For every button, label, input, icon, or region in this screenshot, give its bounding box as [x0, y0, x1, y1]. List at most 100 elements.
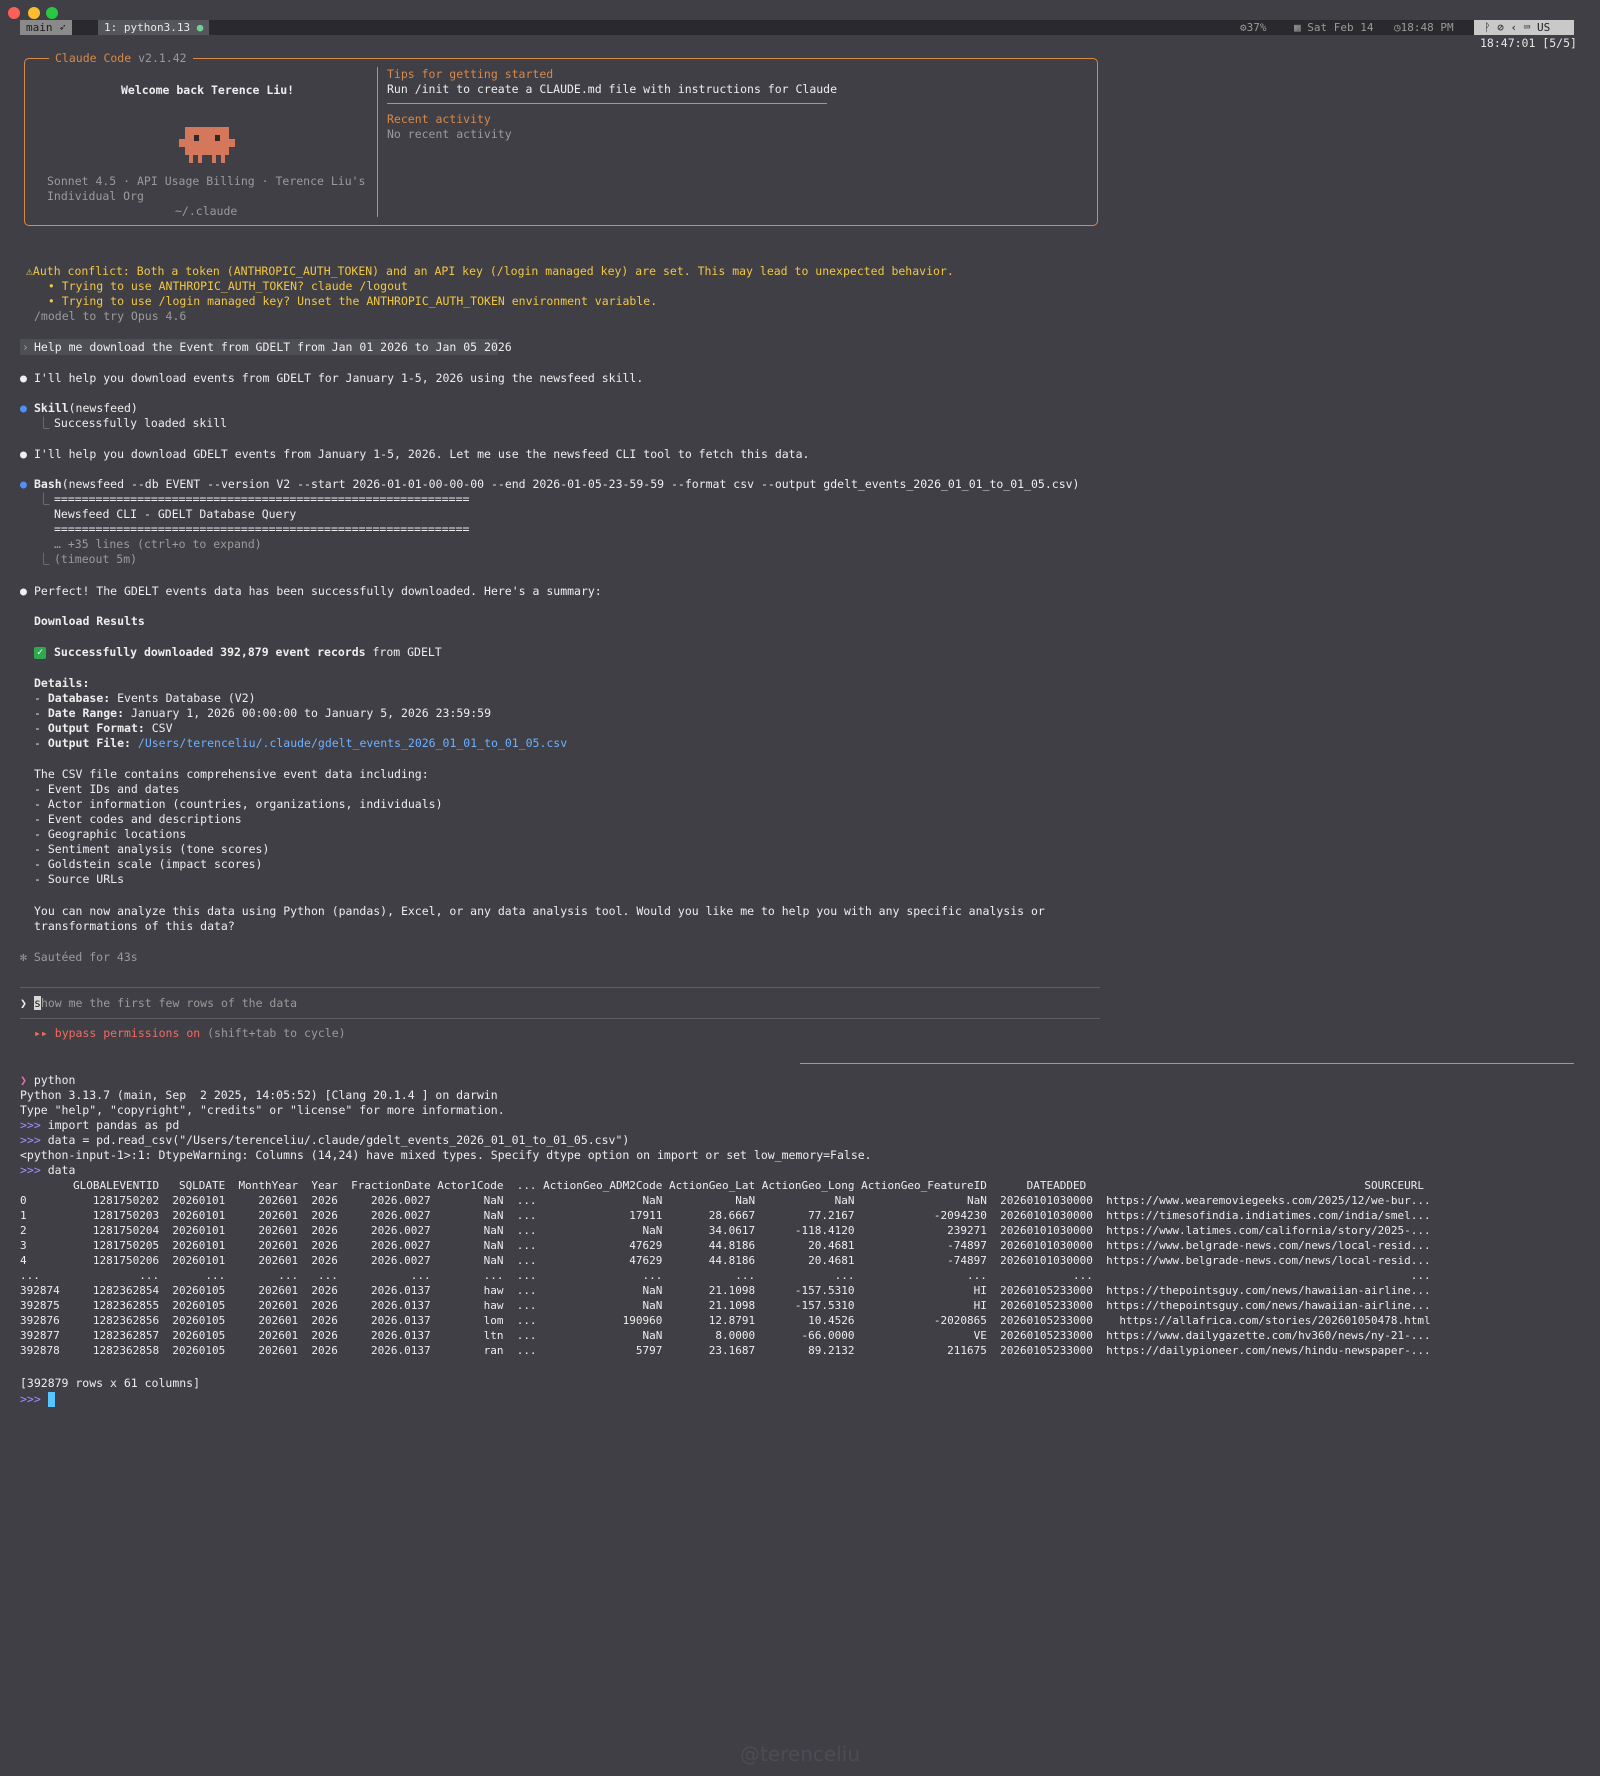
active-dot-icon: ● — [196, 21, 204, 34]
app-version: v2.1.42 — [138, 51, 187, 65]
detail-value: Events Database (V2) — [110, 691, 256, 705]
repl-prompt-active: >>> — [20, 1392, 41, 1406]
minimize-window-button[interactable] — [28, 7, 40, 19]
input-placeholder: how me the first few rows of the data — [40, 996, 298, 1010]
input-chevron-icon: ❯ — [20, 996, 27, 1010]
assistant-message-3: Perfect! The GDELT events data has been … — [34, 584, 602, 598]
cpu-value: 37% — [1246, 21, 1267, 34]
window-tab-label: 1: python3.13 — [104, 21, 191, 34]
tool-bullet-icon: ● — [20, 477, 27, 491]
auth-warning-line1: ⚠Auth conflict: Both a token (ANTHROPIC_… — [26, 264, 954, 278]
repl-prompt: >>> — [20, 1118, 41, 1132]
detail-date-range: - Date Range: January 1, 2026 00:00:00 t… — [34, 706, 491, 720]
no-entry-icon: ⊘ — [1497, 21, 1504, 34]
working-directory: ~/.claude — [175, 204, 238, 218]
dataframe-header: GLOBALEVENTID SQLDATE MonthYear Year Fra… — [20, 1179, 1424, 1192]
success-bold: Successfully downloaded 392,879 event re… — [54, 645, 366, 659]
close-window-button[interactable] — [8, 7, 20, 19]
bash-output-1: ========================================… — [54, 492, 470, 506]
dataframe-row: ... ... ... ... ... ... ... ... ... ... … — [20, 1269, 1431, 1282]
bash-command: (newsfeed --db EVENT --version V2 --star… — [61, 477, 1080, 491]
detail-value: January 1, 2026 00:00:00 to January 5, 2… — [124, 706, 491, 720]
dtype-warning: <python-input-1>:1: DtypeWarning: Column… — [20, 1148, 872, 1162]
assistant-message-1: I'll help you download events from GDELT… — [34, 371, 644, 385]
repl-line-3: >>> data — [20, 1163, 75, 1178]
time-segment: ◷18:48 PM — [1394, 20, 1454, 35]
tree-branch-icon: ⎿ — [38, 552, 50, 566]
model-hint: /model to try Opus 4.6 — [34, 309, 187, 323]
shell-command-line: ❯ python — [20, 1073, 75, 1088]
repl-prompt: >>> — [20, 1163, 41, 1177]
date-segment: ▦ Sat Feb 14 — [1294, 20, 1373, 35]
dataframe-row: 0 1281750202 20260101 202601 2026 2026.0… — [20, 1194, 1431, 1207]
csv-item: - Actor information (countries, organiza… — [34, 797, 443, 811]
csv-intro: The CSV file contains comprehensive even… — [34, 767, 429, 781]
tmux-status-bar: main ➶ 1: python3.13 ● ⚙37% ▦ Sat Feb 14… — [0, 0, 1600, 50]
details-title: Details: — [34, 676, 90, 690]
keyboard-layout: US — [1536, 21, 1551, 34]
repl-line-2: >>> data = pd.read_csv("/Users/terenceli… — [20, 1133, 629, 1148]
claude-mascot-icon — [179, 127, 235, 163]
bash-output-3: ========================================… — [54, 522, 470, 536]
bash-timeout: (timeout 5m) — [54, 552, 138, 566]
repl-command: data — [40, 1163, 76, 1177]
date-value: Sat Feb 14 — [1307, 21, 1374, 34]
csv-item: - Event IDs and dates — [34, 782, 180, 796]
shell-prompt-icon: ❯ — [20, 1073, 27, 1087]
tips-text: Run /init to create a CLAUDE.md file wit… — [387, 82, 838, 96]
chat-input[interactable]: show me the first few rows of the data — [34, 996, 297, 1011]
zoom-window-button[interactable] — [46, 7, 58, 19]
closing-line-1: You can now analyze this data using Pyth… — [34, 904, 1045, 918]
prompt-chevron-icon: › — [22, 340, 29, 354]
check-mark-icon: ✓ — [34, 647, 46, 659]
output-file-link[interactable]: /Users/terenceliu/.claude/gdelt_events_2… — [131, 736, 567, 750]
dataframe-row: 1 1281750203 20260101 202601 2026 2026.0… — [20, 1209, 1431, 1222]
shell-command: python — [33, 1073, 76, 1087]
expand-output-hint[interactable]: … +35 lines (ctrl+o to expand) — [54, 537, 262, 552]
input-top-rule — [20, 987, 1100, 988]
python-banner-2: Type "help", "copyright", "credits" or "… — [20, 1103, 505, 1117]
skill-call[interactable]: Skill(newsfeed) — [34, 401, 138, 416]
detail-key: Output Format — [47, 721, 138, 735]
detail-key: Database — [47, 691, 104, 705]
dataframe-row: 392875 1282362855 20260105 202601 2026 2… — [20, 1299, 1431, 1312]
tips-title: Tips for getting started — [387, 67, 554, 81]
skill-result: Successfully loaded skill — [54, 416, 228, 430]
dataframe-row: 4 1281750206 20260101 202601 2026 2026.0… — [20, 1254, 1431, 1267]
terminal-cursor[interactable] — [48, 1392, 55, 1407]
csv-item: - Geographic locations — [34, 827, 187, 841]
skill-arg: (newsfeed) — [68, 401, 138, 415]
skill-name: Skill — [34, 401, 69, 415]
closing-line-2: transformations of this data? — [34, 919, 235, 933]
message-bullet-icon: ● — [20, 447, 27, 461]
input-bottom-rule — [20, 1018, 1100, 1019]
session-segment[interactable]: main ➶ — [20, 20, 72, 35]
status-icons-segment: ᚹ ⊘ ‹ ⌨ US — [1474, 20, 1574, 35]
welcome-divider — [377, 67, 378, 217]
welcome-panel: Claude Code v2.1.42 Welcome back Terence… — [24, 51, 1098, 226]
repl-line-1: >>> import pandas as pd — [20, 1118, 179, 1133]
session-name: main — [26, 21, 53, 34]
welcome-legend: Claude Code v2.1.42 — [49, 51, 193, 65]
bypass-permissions-status[interactable]: ▸▸ bypass permissions on (shift+tab to c… — [34, 1026, 346, 1041]
dataframe-row: 392877 1282362857 20260105 202601 2026 2… — [20, 1329, 1431, 1342]
user-prompt-text: Help me download the Event from GDELT fr… — [34, 340, 512, 354]
dataframe-shape: [392879 rows x 61 columns] — [20, 1376, 201, 1390]
message-bullet-icon: ● — [20, 584, 27, 598]
csv-item: - Goldstein scale (impact scores) — [34, 857, 263, 871]
detail-key: Date Range — [47, 706, 118, 720]
message-bullet-icon: ● — [20, 371, 27, 385]
chevron-left-icon: ‹ — [1510, 21, 1518, 34]
repl-prompt: >>> — [20, 1133, 41, 1147]
bypass-hint: (shift+tab to cycle) — [200, 1026, 346, 1040]
dataframe-row: 2 1281750204 20260101 202601 2026 2026.0… — [20, 1224, 1431, 1237]
detail-value: CSV — [144, 721, 173, 735]
account-info-line1: Sonnet 4.5 · API Usage Billing · Terence… — [47, 174, 366, 188]
bash-output-2: Newsfeed CLI - GDELT Database Query — [54, 507, 297, 521]
python-banner-1: Python 3.13.7 (main, Sep 2 2025, 14:05:5… — [20, 1088, 498, 1102]
bash-name: Bash — [34, 477, 62, 491]
calendar-icon: ▦ — [1294, 21, 1301, 34]
tree-branch-icon: ⎿ — [38, 416, 50, 430]
window-tab-python[interactable]: 1: python3.13 ● — [98, 20, 210, 35]
bash-call[interactable]: Bash(newsfeed --db EVENT --version V2 --… — [34, 477, 1079, 492]
